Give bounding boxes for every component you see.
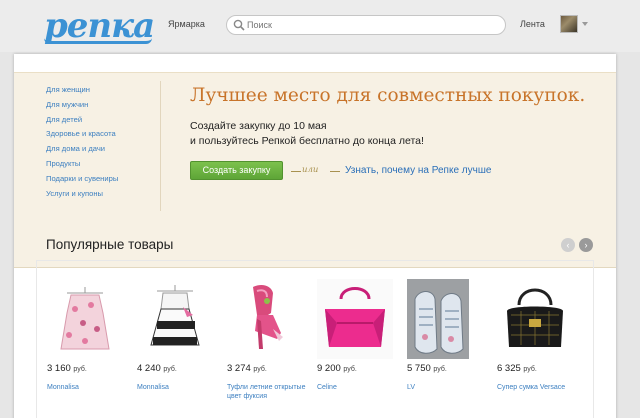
promo-text: Создайте закупку до 10 мая и пользуйтесь… <box>190 119 424 149</box>
search-icon <box>233 19 245 31</box>
category-item-services[interactable]: Услуги и купоны <box>46 187 166 202</box>
promo-line-1: Создайте закупку до 10 мая <box>190 120 327 132</box>
search-box[interactable] <box>226 15 506 35</box>
category-item-men[interactable]: Для мужчин <box>46 98 166 113</box>
category-item-food[interactable]: Продукты <box>46 157 166 172</box>
category-item-gifts[interactable]: Подарки и сувениры <box>46 172 166 187</box>
promo-line-2: и пользуйтесь Репкой бесплатно до конца … <box>190 135 424 147</box>
banner-headline: Лучшее место для совместных покупок. <box>190 85 586 106</box>
product-carousel: 3 160 руб. Monnalisa 4 240 руб. Monnalis… <box>36 260 594 418</box>
product-name-link[interactable]: LV <box>407 383 491 392</box>
product-price: 4 240 руб. <box>137 363 177 374</box>
popular-products-title: Популярные товары <box>46 237 174 252</box>
search-input[interactable] <box>247 18 497 32</box>
black-bag-icon[interactable] <box>497 279 573 359</box>
chevron-down-icon[interactable] <box>582 22 588 26</box>
product-price: 3 160 руб. <box>47 363 87 374</box>
top-header: репка Ярмарка Лента <box>0 0 640 52</box>
nav-market-link[interactable]: Ярмарка <box>168 19 205 29</box>
product-price: 3 274 руб. <box>227 363 267 374</box>
sneakers-icon[interactable] <box>407 279 483 359</box>
or-divider-right <box>330 171 340 172</box>
product-price: 9 200 руб. <box>317 363 357 374</box>
chevron-left-icon: ‹ <box>566 240 570 250</box>
black-white-dress-icon[interactable] <box>137 279 213 359</box>
chevron-right-icon: › <box>584 240 588 250</box>
category-list: Для женщин Для мужчин Для детей Здоровье… <box>46 83 166 201</box>
category-item-kids[interactable]: Для детей <box>46 113 166 128</box>
why-repka-link[interactable]: Узнать, почему на Репке лучше <box>345 165 491 176</box>
product-price: 5 750 руб. <box>407 363 447 374</box>
product-name-link[interactable]: Monnalisa <box>47 383 131 392</box>
category-item-home-garden[interactable]: Для дома и дачи <box>46 142 166 157</box>
pink-bag-icon[interactable] <box>317 279 393 359</box>
category-divider <box>160 81 161 211</box>
category-item-women[interactable]: Для женщин <box>46 83 166 98</box>
or-divider-left <box>291 171 301 172</box>
product-name-link[interactable]: Celine <box>317 383 401 392</box>
category-item-health-beauty[interactable]: Здоровье и красота <box>46 127 166 142</box>
carousel-next-button[interactable]: › <box>579 238 593 252</box>
logo-swoosh <box>44 38 152 44</box>
product-name-link[interactable]: Супер сумка Versace <box>497 383 581 392</box>
product-name-link[interactable]: Monnalisa <box>137 383 221 392</box>
carousel-prev-button[interactable]: ‹ <box>561 238 575 252</box>
create-purchase-button[interactable]: Создать закупку <box>190 161 283 180</box>
product-price: 6 325 руб. <box>497 363 537 374</box>
main-content: Для женщин Для мужчин Для детей Здоровье… <box>14 54 616 418</box>
or-label: или <box>302 165 319 175</box>
product-name-link[interactable]: Туфли летние открытые цвет фуксия <box>227 383 311 401</box>
user-avatar[interactable] <box>560 15 578 33</box>
nav-feed-link[interactable]: Лента <box>520 19 545 29</box>
fuchsia-shoe-icon[interactable] <box>227 279 303 359</box>
pink-dress-icon[interactable] <box>47 279 123 359</box>
